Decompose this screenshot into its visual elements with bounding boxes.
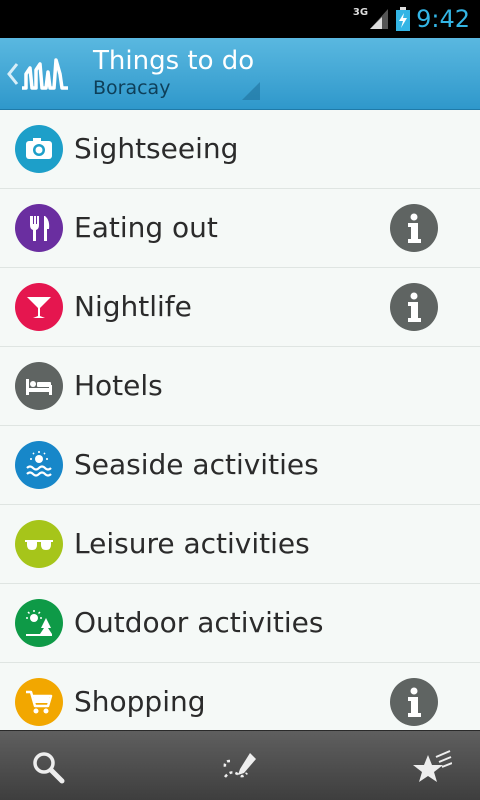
bottom-toolbar	[0, 730, 480, 800]
location-subtitle: Boracay	[93, 77, 171, 99]
bed-icon	[15, 362, 63, 410]
info-icon	[408, 213, 421, 243]
item-label: Leisure activities	[74, 527, 310, 560]
list-item-eating-out[interactable]: Eating out	[0, 189, 480, 268]
battery-charging-icon	[396, 7, 411, 31]
search-icon	[33, 752, 65, 784]
item-label: Hotels	[74, 369, 163, 402]
favorites-button[interactable]	[410, 745, 454, 789]
search-button[interactable]	[26, 745, 70, 789]
fork-knife-icon	[15, 204, 63, 252]
info-button[interactable]	[390, 678, 438, 726]
signal-icon	[370, 9, 389, 29]
route-pencil-icon	[223, 753, 256, 778]
network-type: 3G	[352, 6, 369, 18]
list-item-nightlife[interactable]: Nightlife	[0, 268, 480, 347]
sun-tree-icon	[15, 599, 63, 647]
info-button[interactable]	[390, 283, 438, 331]
list-item-shopping[interactable]: Shopping	[0, 663, 480, 730]
favorites-stars-icon	[413, 750, 452, 782]
status-indicators: 3G 9:42	[353, 4, 470, 34]
sunglasses-icon	[15, 520, 63, 568]
status-clock: 9:42	[416, 5, 470, 33]
list-item-hotels[interactable]: Hotels	[0, 347, 480, 426]
item-label: Outdoor activities	[74, 606, 324, 639]
item-label: Shopping	[74, 685, 206, 718]
list-item-leisure-activities[interactable]: Leisure activities	[0, 505, 480, 584]
cart-icon	[15, 678, 63, 726]
route-planner-button[interactable]	[218, 745, 262, 789]
info-button[interactable]	[390, 204, 438, 252]
item-label: Eating out	[74, 211, 218, 244]
app-logo-icon[interactable]	[20, 54, 70, 94]
item-label: Seaside activities	[74, 448, 319, 481]
back-chevron-icon[interactable]	[6, 60, 20, 88]
sun-waves-icon	[15, 441, 63, 489]
cocktail-icon	[15, 283, 63, 331]
action-bar: Things to do Boracay	[0, 38, 480, 110]
info-icon	[408, 687, 421, 717]
item-label: Nightlife	[74, 290, 192, 323]
list-item-seaside-activities[interactable]: Seaside activities	[0, 426, 480, 505]
info-icon	[408, 292, 421, 322]
list-item-outdoor-activities[interactable]: Outdoor activities	[0, 584, 480, 663]
title-block[interactable]: Things to do Boracay	[93, 46, 254, 100]
list-item-sightseeing[interactable]: Sightseeing	[0, 110, 480, 189]
page-title: Things to do	[93, 46, 255, 76]
status-bar: 3G 9:42	[0, 0, 480, 38]
spinner-indicator-icon[interactable]	[242, 82, 260, 100]
item-label: Sightseeing	[74, 132, 239, 165]
camera-icon	[15, 125, 63, 173]
category-list: Sightseeing Eating out Nightlife Hotels …	[0, 110, 480, 730]
